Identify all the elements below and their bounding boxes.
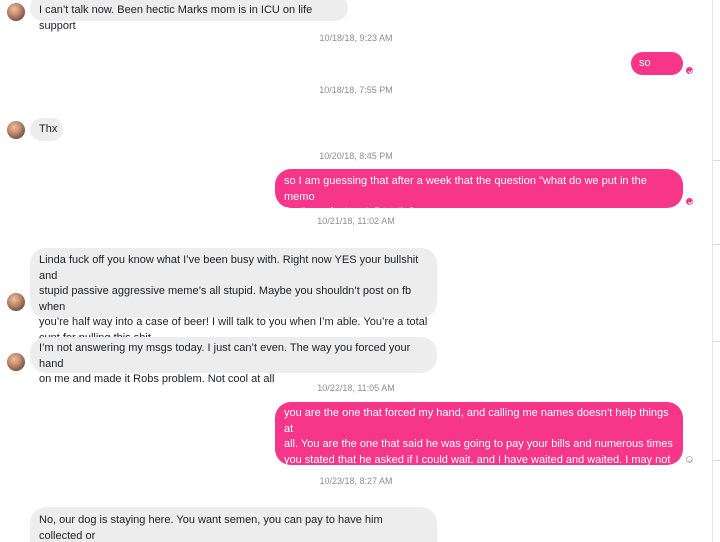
contact-avatar[interactable] — [7, 121, 25, 139]
outgoing-message: so I am guessing that after a week that … — [275, 169, 683, 218]
message-timestamp: 10/18/18, 7:55 PM — [319, 85, 393, 95]
message-line: No, our dog is staying here. You want se… — [39, 514, 383, 542]
outgoing-message: you are the one that forced my hand, and… — [275, 402, 683, 481]
message-line: stupid passive aggressive meme’s all stu… — [39, 285, 412, 313]
message-line: you’re half way into a case of beer! I w… — [39, 316, 428, 328]
seen-check-icon — [686, 67, 693, 74]
message-line: all. You are the one that said he was go… — [284, 438, 673, 450]
message-timestamp: 10/23/18, 8:27 AM — [319, 476, 393, 486]
message-line: I’m not answering my msgs today. I just … — [39, 342, 411, 370]
message-timestamp: 10/22/18, 11:05 AM — [317, 383, 395, 393]
contact-avatar[interactable] — [7, 353, 25, 371]
message-timestamp: 10/18/18, 9:23 AM — [319, 33, 393, 43]
message-timestamp: 10/21/18, 11:02 AM — [317, 216, 395, 226]
message-line: you stated that he asked if I could wait… — [284, 453, 671, 466]
message-thread[interactable]: I can’t talk now. Been hectic Marks mom … — [0, 0, 712, 542]
incoming-message: I’m not answering my msgs today. I just … — [30, 337, 437, 385]
outgoing-message: so sorry — [631, 52, 683, 85]
incoming-message: No, our dog is staying here. You want se… — [30, 507, 437, 542]
message-timestamp: 10/20/18, 8:45 PM — [319, 151, 393, 161]
message-text: so sorry — [639, 57, 664, 85]
incoming-message: I can’t talk now. Been hectic Marks mom … — [30, 0, 348, 32]
contact-avatar[interactable] — [7, 293, 25, 311]
message-text: Thx — [39, 123, 58, 135]
seen-check-icon — [686, 198, 693, 205]
message-line: Linda fuck off you know what I’ve been b… — [39, 254, 419, 282]
side-panel-edge — [712, 0, 720, 542]
message-text: I can’t talk now. Been hectic Marks mom … — [39, 4, 313, 32]
incoming-message: Thx — [30, 118, 63, 141]
message-line: so I am guessing that after a week that … — [284, 175, 647, 203]
incoming-message: Linda fuck off you know what I’ve been b… — [30, 248, 437, 344]
contact-avatar[interactable] — [7, 3, 25, 21]
seen-check-icon — [686, 456, 693, 463]
message-line: you are the one that forced my hand, and… — [284, 407, 669, 435]
